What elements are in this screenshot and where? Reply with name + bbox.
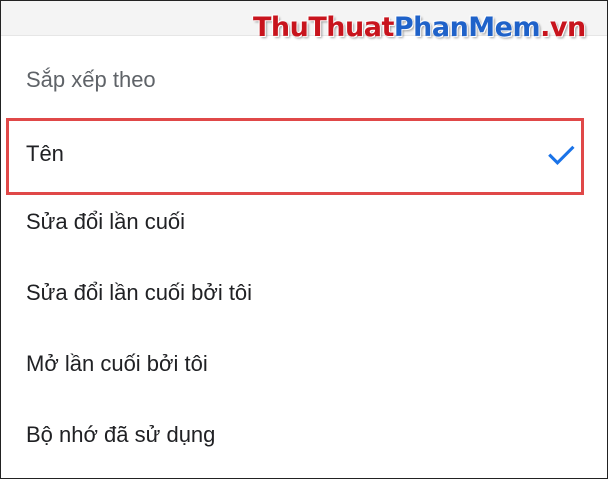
sort-option-last-modified[interactable]: Sửa đổi lần cuối [1, 187, 607, 257]
sort-option-last-modified-by-me[interactable]: Sửa đổi lần cuối bởi tôi [1, 258, 607, 328]
sort-sheet-title: Sắp xếp theo [26, 67, 156, 92]
sort-option-label: Mở lần cuối bởi tôi [26, 351, 208, 376]
sort-option-last-opened-by-me[interactable]: Mở lần cuối bởi tôi [1, 329, 607, 399]
screenshot-frame: ThuThuatPhanMem.vn Sắp xếp theo Tên Sửa … [0, 0, 608, 479]
sort-option-label: Sửa đổi lần cuối [26, 209, 186, 234]
sort-option-label: Sửa đổi lần cuối bởi tôi [26, 280, 253, 305]
sort-option-label: Bộ nhớ đã sử dụng [26, 422, 216, 447]
watermark-part-domain: .vn [540, 12, 586, 43]
checkmark-icon [548, 145, 575, 165]
site-watermark: ThuThuatPhanMem.vn [253, 11, 586, 45]
watermark-part-red: ThuThuat [253, 12, 394, 43]
sort-option-name[interactable]: Tên [6, 118, 584, 195]
sort-option-storage-used[interactable]: Bộ nhớ đã sử dụng [1, 400, 607, 470]
watermark-part-blue: PhanMem [393, 12, 541, 43]
sort-option-label: Tên [26, 141, 64, 166]
